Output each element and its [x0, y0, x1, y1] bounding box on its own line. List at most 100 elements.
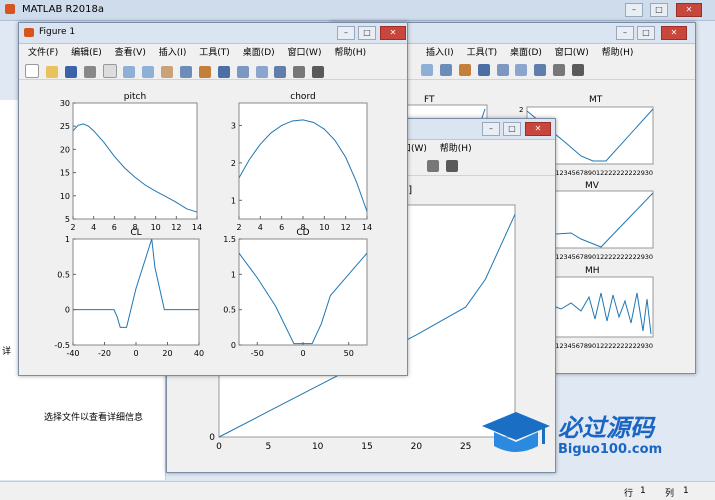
save-icon[interactable] — [64, 66, 77, 78]
middle-x-tick-label: 25 — [460, 442, 471, 452]
zoom-out-icon[interactable] — [421, 64, 433, 76]
x-tick-label: 6 — [279, 223, 284, 232]
figure1-menu-desktop[interactable]: 桌面(D) — [238, 43, 280, 60]
subplot-title-3: CD — [296, 228, 309, 238]
figure1-menubar: 文件(F) 编辑(E) 查看(V) 插入(I) 工具(T) 桌面(D) 窗口(W… — [19, 43, 407, 59]
figure1-maximize-button[interactable]: □ — [358, 26, 376, 40]
y-tick-label: 2 — [231, 159, 236, 168]
x-tick-label: 4 — [91, 223, 96, 232]
rotate-icon[interactable] — [439, 64, 452, 76]
x-tick-label: 14 — [362, 223, 372, 232]
new-figure-icon[interactable] — [25, 64, 39, 78]
figure1-title: Figure 1 — [39, 27, 76, 37]
zoom-out-icon[interactable] — [142, 66, 155, 78]
colorbar-icon[interactable] — [515, 64, 528, 76]
figure1-menu-help[interactable]: 帮助(H) — [329, 43, 371, 60]
y-tick-label: -0.5 — [54, 341, 70, 350]
middle-x-tick-label: 0 — [216, 442, 222, 452]
figure-middle-minimize-button[interactable]: – — [482, 122, 500, 136]
y-tick-label: 30 — [60, 99, 70, 108]
brush-icon[interactable] — [477, 64, 490, 76]
y-tick-label: 0 — [231, 341, 236, 350]
figure-middle-maximize-button[interactable]: □ — [503, 122, 521, 136]
pan-icon[interactable] — [161, 66, 174, 78]
dock-icon[interactable] — [312, 66, 325, 78]
figure-right-menu-desktop[interactable]: 桌面(D) — [505, 43, 547, 60]
figure-right-menu-insert[interactable]: 插入(I) — [421, 43, 459, 60]
figure1-minimize-button[interactable]: – — [337, 26, 355, 40]
colorbar-icon[interactable] — [255, 66, 268, 78]
ft-title: FT — [424, 95, 435, 105]
y-tick-label: 5 — [65, 215, 70, 224]
x-tick-label: -40 — [66, 349, 79, 358]
figure1-titlebar: Figure 1 – □ ✕ — [19, 23, 407, 44]
link-icon[interactable] — [496, 64, 509, 76]
figure-right-maximize-button[interactable]: □ — [637, 26, 655, 40]
legend-icon[interactable] — [274, 66, 287, 78]
figure1-menu-edit[interactable]: 编辑(E) — [66, 43, 107, 60]
data-cursor-icon[interactable] — [198, 66, 211, 78]
pointer-icon[interactable] — [102, 64, 117, 78]
subplot-title-0: pitch — [124, 92, 146, 102]
dock-icon[interactable] — [572, 64, 584, 76]
y-tick-label: 1 — [65, 235, 70, 244]
figure1-menu-tools[interactable]: 工具(T) — [194, 43, 235, 60]
x-tick-label: 20 — [162, 349, 172, 358]
hide-tools-icon[interactable] — [427, 160, 439, 172]
figure-window-1[interactable]: Figure 1 – □ ✕ 文件(F) 编辑(E) 查看(V) 插入(I) 工… — [18, 22, 408, 376]
y-tick-label: 20 — [60, 145, 70, 154]
watermark-logo: 必过源码 Biguo100.com — [480, 408, 690, 468]
row-label: 行 — [624, 489, 634, 499]
subplot-title-2: CL — [130, 228, 141, 238]
matlab-logo-icon — [5, 4, 15, 14]
middle-x-tick-label: 20 — [411, 442, 423, 452]
main-close-button[interactable]: ✕ — [676, 3, 702, 17]
figure1-close-button[interactable]: ✕ — [380, 26, 406, 40]
zoom-in-icon[interactable] — [123, 66, 136, 78]
figure1-menu-insert[interactable]: 插入(I) — [154, 43, 192, 60]
rotate-icon[interactable] — [180, 66, 192, 78]
logo-text-cn: 必过源码 — [558, 414, 654, 442]
x-tick-label: 14 — [192, 223, 202, 232]
open-icon[interactable] — [45, 66, 58, 78]
y-tick-label: 10 — [60, 192, 70, 201]
mt-title: MT — [589, 95, 603, 105]
y-tick-label: 3 — [231, 121, 236, 130]
x-tick-label: 6 — [112, 223, 117, 232]
hide-tools-icon[interactable] — [553, 64, 566, 76]
subplot-axes-3 — [238, 238, 368, 346]
y-tick-label: 0 — [65, 306, 70, 315]
brush-icon[interactable] — [217, 66, 230, 78]
y-tick-label: 0.5 — [57, 270, 70, 279]
y-tick-label: 1 — [231, 270, 236, 279]
figure-middle-close-button[interactable]: ✕ — [525, 122, 551, 136]
figure-right-menu-window[interactable]: 窗口(W) — [550, 43, 594, 60]
subplot-axes-0 — [72, 102, 198, 220]
figure-right-close-button[interactable]: ✕ — [661, 26, 687, 40]
figure-middle-menu-help[interactable]: 帮助(H) — [435, 139, 477, 156]
main-maximize-button[interactable]: □ — [650, 3, 668, 17]
x-tick-label: 12 — [171, 223, 181, 232]
middle-x-tick-label: 10 — [312, 442, 324, 452]
x-tick-label: 50 — [344, 349, 354, 358]
figure1-menu-window[interactable]: 窗口(W) — [283, 43, 327, 60]
legend-icon[interactable] — [534, 64, 547, 76]
hide-tools-icon[interactable] — [293, 66, 306, 78]
main-minimize-button[interactable]: – — [625, 3, 643, 17]
x-tick-label: 2 — [236, 223, 241, 232]
figure1-menu-file[interactable]: 文件(F) — [23, 43, 63, 60]
details-hint: 选择文件以查看详细信息 — [44, 413, 144, 423]
x-tick-label: 2 — [70, 223, 75, 232]
link-icon[interactable] — [236, 66, 249, 78]
figure-right-menu-tools[interactable]: 工具(T) — [462, 43, 503, 60]
print-icon[interactable] — [83, 66, 96, 78]
figure1-menu-view[interactable]: 查看(V) — [110, 43, 151, 60]
y-tick-label: 0.5 — [223, 306, 236, 315]
y-tick-label: 25 — [60, 122, 70, 131]
x-tick-label: 12 — [341, 223, 351, 232]
data-cursor-icon[interactable] — [458, 64, 471, 76]
figure-right-menu-help[interactable]: 帮助(H) — [597, 43, 639, 60]
mh-title: MH — [585, 266, 600, 276]
figure-right-minimize-button[interactable]: – — [616, 26, 634, 40]
dock-icon[interactable] — [445, 160, 458, 172]
